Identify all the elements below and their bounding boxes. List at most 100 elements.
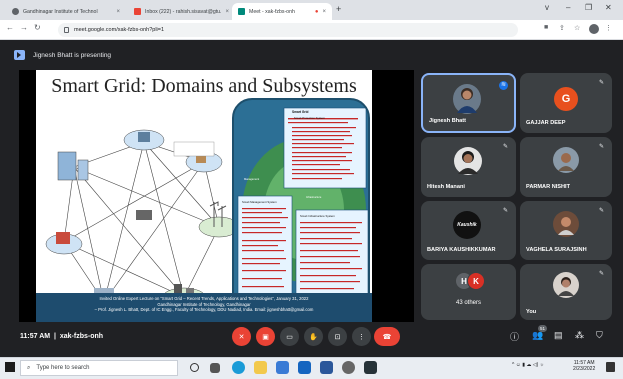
management-label: Smart Management System (242, 200, 277, 204)
mic-muted-icon: ✎ (598, 208, 605, 214)
participant-photo (553, 147, 579, 173)
host-controls-button[interactable]: ⛉ (596, 330, 603, 341)
participant-name: VAGHELA SURAJSINH (526, 247, 587, 253)
settings-gear-icon[interactable] (342, 361, 355, 374)
chat-button[interactable]: ▤ (554, 330, 563, 341)
participant-photo (453, 84, 481, 114)
participant-tile-jignesh[interactable]: ≋ Jignesh Bhatt (421, 73, 516, 133)
panel-title: Smart Grid (292, 110, 309, 114)
close-window-button[interactable]: ✕ (605, 3, 612, 12)
mic-muted-icon: ✎ (598, 271, 605, 277)
participant-logo-avatar: Kaushik (453, 211, 481, 239)
meeting-code: xak-fzbs-onh (59, 333, 104, 340)
search-placeholder: Type here to search (36, 365, 90, 371)
mic-muted-icon: ✎ (502, 208, 509, 214)
camera-off-icon: ▣ (262, 333, 269, 341)
participant-tile-others[interactable]: H K 43 others (421, 264, 516, 320)
presenting-banner: Jignesh Bhatt is presenting (14, 48, 610, 62)
infrastructure-ring-label: Infrastructure (306, 196, 322, 199)
participant-name: You (526, 309, 537, 315)
participant-photo (454, 147, 482, 175)
info-icon: ⓘ (510, 332, 520, 342)
participant-name: Jignesh Bhatt (429, 118, 466, 124)
mic-off-icon: ✕ (238, 333, 245, 341)
file-explorer-icon[interactable] (254, 361, 267, 374)
presented-slide: Smart Grid: Domains and Subsystems Smart… (36, 70, 372, 322)
slide-title: Smart Grid: Domains and Subsystems (51, 75, 357, 97)
meeting-details-button[interactable]: ⓘ (510, 330, 519, 343)
tab-meet[interactable]: Meet - xak-fzbs-onh ● × (232, 3, 332, 20)
edge-icon[interactable] (232, 361, 245, 374)
taskbar-search-box[interactable]: ⌕ Type here to search (20, 360, 178, 376)
mic-muted-icon: ✎ (598, 80, 605, 86)
activities-icon: ⁂ (575, 330, 584, 340)
forward-arrow-icon[interactable]: → (20, 23, 28, 32)
participant-name: PARMAR NISHIT (526, 184, 571, 190)
participant-tile-gajjar[interactable]: G ✎ GAJJAR DEEP (520, 73, 612, 133)
close-tab-icon[interactable]: × (116, 9, 120, 15)
reload-icon[interactable]: ↻ (34, 23, 41, 32)
others-count: 43 others (455, 300, 482, 306)
raise-hand-button[interactable]: ✋ (304, 327, 323, 346)
maximize-button[interactable]: ❐ (585, 3, 592, 12)
camera-toggle-button[interactable]: ▣ (256, 327, 275, 346)
smart-grid-network-diagram (45, 129, 240, 313)
participant-tile-hitesh[interactable]: ✎ Hitesh Manani (421, 137, 516, 197)
share-icon[interactable]: ⇪ (559, 24, 565, 32)
globe-icon (12, 8, 19, 15)
mail-icon[interactable] (298, 361, 311, 374)
taskbar-clock[interactable]: 11:57 AM 2/23/2022 (573, 360, 595, 372)
url-bar[interactable]: meet.google.com/xak-fzbs-onh?pli=1 (58, 23, 518, 37)
tab-inbox[interactable]: Inbox (222) - rahish.sisavat@gtu. × (128, 3, 232, 20)
chat-icon: ▤ (554, 330, 563, 340)
clock-date: 2/23/2022 (573, 366, 596, 372)
minimize-button[interactable]: – (566, 3, 570, 12)
activities-button[interactable]: ⁂ (575, 330, 584, 341)
back-arrow-icon[interactable]: ← (6, 23, 14, 32)
close-tab-icon[interactable]: × (226, 9, 230, 15)
participant-tile-bariya[interactable]: Kaushik ✎ BARIYA KAUSHIKKUMAR (421, 201, 516, 260)
search-icon: ⌕ (27, 364, 31, 371)
profile-avatar[interactable] (589, 24, 599, 34)
present-now-button[interactable]: ⊡ (328, 327, 347, 346)
task-view-icon[interactable] (210, 363, 220, 373)
participant-initial-avatar: G (554, 87, 578, 111)
participant-name: BARIYA KAUSHIKKUMAR (427, 247, 496, 253)
camera-in-use-icon[interactable]: ■ (544, 24, 548, 31)
subsystems-graphic (237, 107, 368, 318)
mic-muted-icon: ✎ (502, 144, 509, 150)
new-tab-button[interactable]: + (336, 4, 341, 14)
captions-button[interactable]: ▭ (280, 327, 299, 346)
word-icon[interactable] (320, 361, 333, 374)
participant-tile-parmar[interactable]: ✎ PARMAR NISHIT (520, 137, 612, 197)
store-icon[interactable] (276, 361, 289, 374)
tab-gandhinagar[interactable]: Gandhinagar Institute of Technol × (6, 3, 126, 20)
close-tab-icon[interactable]: × (322, 9, 326, 15)
participant-tile-you[interactable]: ✎ You (520, 264, 612, 320)
hang-up-icon: ☎ (382, 333, 392, 341)
protection-label: Smart Protection System (294, 116, 325, 120)
meeting-info: 11:57 AM | xak-fzbs-onh (20, 333, 103, 340)
mic-muted-icon: ✎ (598, 144, 605, 150)
shield-icon: ⛉ (596, 330, 603, 340)
lock-icon (64, 27, 69, 33)
cortana-icon[interactable] (190, 363, 199, 372)
participant-tile-vaghela[interactable]: ✎ VAGHELA SURAJSINH (520, 201, 612, 260)
mic-toggle-button[interactable]: ✕ (232, 327, 251, 346)
menu-kebab-icon[interactable]: ⋮ (605, 24, 612, 32)
system-tray-icons[interactable]: ^ ☺ ▮ ☁ ◁) ☼ (512, 362, 544, 368)
presenting-text: Jignesh Bhatt is presenting (33, 51, 112, 59)
leave-call-button[interactable]: ☎ (374, 327, 400, 346)
notifications-icon[interactable] (606, 362, 615, 372)
url-text: meet.google.com/xak-fzbs-onh?pli=1 (74, 27, 165, 33)
captions-icon: ▭ (286, 333, 293, 341)
tab-label: Gandhinagar Institute of Technol (23, 8, 98, 15)
more-vert-icon: ⋮ (358, 333, 365, 341)
windows-start-icon[interactable] (5, 362, 15, 372)
bookmark-star-icon[interactable]: ☆ (574, 24, 580, 32)
more-options-button[interactable]: ⋮ (352, 327, 371, 346)
tab-label: Meet - xak-fzbs-onh (249, 8, 295, 15)
photos-icon[interactable] (364, 361, 377, 374)
participant-name: Hitesh Manani (427, 184, 465, 190)
tab-search-icon[interactable]: v (545, 3, 549, 12)
